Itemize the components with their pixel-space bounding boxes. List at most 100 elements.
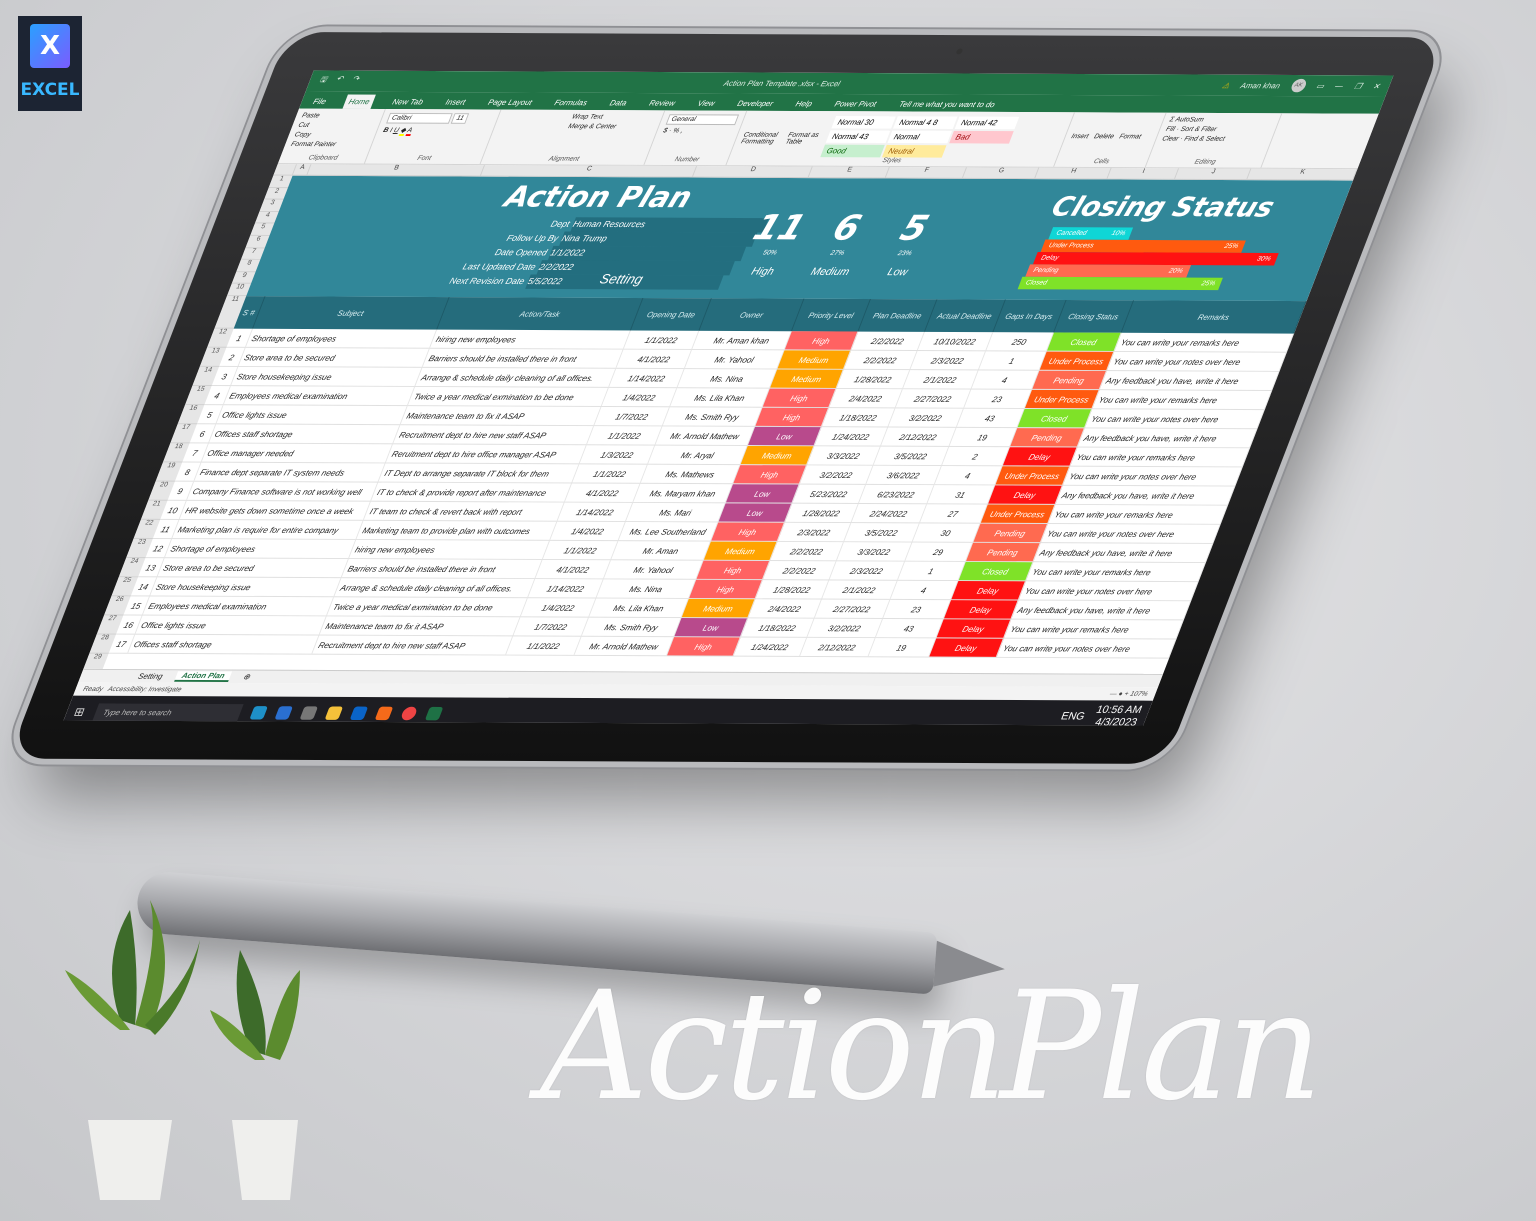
cell-style-1[interactable]: Normal 4 8 <box>893 116 958 129</box>
edge-icon[interactable] <box>249 706 269 720</box>
autosum-button[interactable]: Σ AutoSum <box>1168 117 1274 124</box>
column-header-C[interactable]: C <box>480 165 698 177</box>
cell-owner[interactable]: Mr. Yahool <box>604 560 704 579</box>
cell-action-task[interactable]: Reruitment dept to hire office manager A… <box>386 444 588 464</box>
cell-opening-date[interactable]: 1/1/2022 <box>587 426 663 445</box>
cell-opening-date[interactable]: 1/4/2022 <box>550 521 626 541</box>
cell-actual-deadline[interactable]: 2/3/2022 <box>829 561 905 580</box>
cell-priority-level[interactable]: High <box>696 560 771 580</box>
zoom-slider[interactable]: — ● + <box>1109 690 1130 697</box>
find-select-button[interactable]: Find & Select <box>1183 136 1226 143</box>
save-icon[interactable]: 🖫 <box>317 74 329 87</box>
cell-subject[interactable]: Offices staff shortage <box>127 634 320 654</box>
cell-plan-deadline[interactable]: 2/2/2022 <box>763 560 837 580</box>
outlook-icon[interactable] <box>349 706 369 720</box>
cell-opening-date[interactable]: 1/7/2022 <box>513 617 589 636</box>
cell-priority-level[interactable]: Low <box>748 426 822 446</box>
cell-subject[interactable]: Finance dept separate IT system needs <box>194 462 386 482</box>
cell-priority-level[interactable]: Low <box>726 484 800 503</box>
cell-actual-deadline[interactable]: 3/5/2022 <box>873 446 949 466</box>
cell-gaps-in-days[interactable]: 27 <box>919 504 988 523</box>
clock-date[interactable]: 4/3/2023 <box>1093 717 1139 726</box>
cell-owner[interactable]: Mr. Aman <box>611 541 712 560</box>
cell-plan-deadline[interactable]: 2/3/2022 <box>777 522 852 542</box>
cell-remarks[interactable]: You can write your remarks here <box>1048 504 1228 524</box>
cell-action-task[interactable]: Arrange & schedule daily cleaning of all… <box>415 367 617 387</box>
column-header-H[interactable]: H <box>1035 167 1112 179</box>
file-explorer-icon[interactable] <box>324 706 344 720</box>
cell-opening-date[interactable]: 1/4/2022 <box>521 598 597 617</box>
clear-button[interactable]: Clear <box>1161 136 1180 143</box>
merge-center-button[interactable]: Merge & Center <box>567 123 653 130</box>
cell-remarks[interactable]: You can write your notes over here <box>1085 409 1265 429</box>
cell-closing-status[interactable]: Delay <box>987 485 1063 504</box>
cell-plan-deadline[interactable]: 1/18/2022 <box>741 618 815 637</box>
cell-subject[interactable]: Employees medical examination <box>142 596 335 616</box>
cell-remarks[interactable]: You can write your remarks here <box>1114 332 1295 352</box>
cell-priority-level[interactable]: Low <box>674 618 749 637</box>
accessibility-status[interactable]: Accessibility: Investigate <box>107 686 183 693</box>
cell-plan-deadline[interactable]: 1/18/2022 <box>822 408 896 427</box>
cell-closing-status[interactable]: Delay <box>1002 447 1078 466</box>
cell-style-5[interactable]: Bad <box>949 130 1015 144</box>
cell-gaps-in-days[interactable]: 43 <box>875 618 944 638</box>
cell-actual-deadline[interactable]: 3/2/2022 <box>807 618 883 638</box>
ribbon-tab-data[interactable]: Data <box>603 96 633 110</box>
cell-style-2[interactable]: Normal 42 <box>955 116 1020 130</box>
cell-opening-date[interactable]: 1/1/2022 <box>624 330 700 349</box>
cell-gaps-in-days[interactable]: 30 <box>912 523 981 542</box>
cell-plan-deadline[interactable]: 3/3/2022 <box>807 446 881 465</box>
cell-style-0[interactable]: Normal 30 <box>831 115 897 129</box>
setting-link[interactable]: Setting <box>598 271 646 286</box>
cell-actual-deadline[interactable]: 2/27/2022 <box>814 599 890 619</box>
ribbon-tab-home[interactable]: Home <box>342 94 377 110</box>
settings-icon[interactable] <box>299 706 319 720</box>
cell-owner[interactable]: Ms. Mari <box>626 502 726 522</box>
wrap-text-button[interactable]: Wrap Text <box>571 114 657 121</box>
cell-action-task[interactable]: Recruitment dept to hire new staff ASAP <box>393 425 595 445</box>
ribbon-tab-formulas[interactable]: Formulas <box>548 95 593 110</box>
cell-priority-level[interactable]: High <box>689 579 763 599</box>
cell-owner[interactable]: Mr. Aman khan <box>692 330 793 350</box>
cell-subject[interactable]: Store area to be secured <box>157 558 349 578</box>
cell-priority-level[interactable]: High <box>667 637 741 656</box>
cell-remarks[interactable]: Any feedback you have, write it here <box>1055 485 1236 505</box>
cell-owner[interactable]: Ms. Mathews <box>640 464 741 484</box>
cell-opening-date[interactable]: 1/3/2022 <box>580 445 656 464</box>
cell-action-task[interactable]: Twice a year medical exmination to be do… <box>327 597 529 617</box>
cell-opening-date[interactable]: 1/14/2022 <box>528 579 604 598</box>
paste-button[interactable]: Paste <box>301 113 378 120</box>
cell-priority-level[interactable]: Medium <box>777 350 852 369</box>
cell-closing-status[interactable]: Pending <box>973 523 1049 543</box>
column-header-G[interactable]: G <box>962 167 1040 179</box>
currency-icon[interactable]: $ · % , <box>662 128 734 135</box>
column-header-I[interactable]: I <box>1107 168 1180 179</box>
cell-priority-level[interactable]: Medium <box>770 369 844 388</box>
cell-closing-status[interactable]: Closed <box>1046 332 1122 351</box>
cell-subject[interactable]: HR website gets down sometime once a wee… <box>179 500 371 520</box>
cell-subject[interactable]: Shortage of employees <box>245 328 438 348</box>
cell-gaps-in-days[interactable]: 1 <box>897 561 966 581</box>
cell-action-task[interactable]: Maintenance team to fix it ASAP <box>400 406 602 426</box>
cell-priority-level[interactable]: High <box>755 407 830 427</box>
cell-remarks[interactable]: Any feedback you have, write it here <box>1033 543 1214 563</box>
cell-actual-deadline[interactable]: 2/24/2022 <box>851 503 927 523</box>
cell-action-task[interactable]: Barriers should be installed there in fr… <box>341 559 543 579</box>
cell-closing-status[interactable]: Delay <box>936 619 1012 638</box>
font-color-icon[interactable]: A <box>405 127 414 137</box>
column-header-remarks[interactable]: Remarks <box>1121 300 1307 334</box>
close-button[interactable]: ✕ <box>1372 82 1382 91</box>
cell-action-task[interactable]: hiring new employees <box>430 329 632 349</box>
cell-plan-deadline[interactable]: 1/28/2022 <box>785 503 859 523</box>
cell-owner[interactable]: Ms. Smith Ryy <box>581 617 682 637</box>
cell-actual-deadline[interactable]: 6/23/2022 <box>858 484 935 504</box>
cell-owner[interactable]: Ms. Smith Ryy <box>662 407 763 426</box>
cell-plan-deadline[interactable]: 2/2/2022 <box>844 350 918 370</box>
cell-remarks[interactable]: You can write your remarks here <box>1026 562 1206 582</box>
cell-owner[interactable]: Ms. Lila Khan <box>670 388 771 407</box>
cell-remarks[interactable]: You can write your remarks here <box>1070 447 1250 467</box>
cell-plan-deadline[interactable]: 1/24/2022 <box>814 427 889 446</box>
cell-actual-deadline[interactable]: 2/27/2022 <box>895 389 971 408</box>
copy-button[interactable]: Copy <box>293 132 370 139</box>
font-size-select[interactable]: 11 <box>450 113 470 124</box>
